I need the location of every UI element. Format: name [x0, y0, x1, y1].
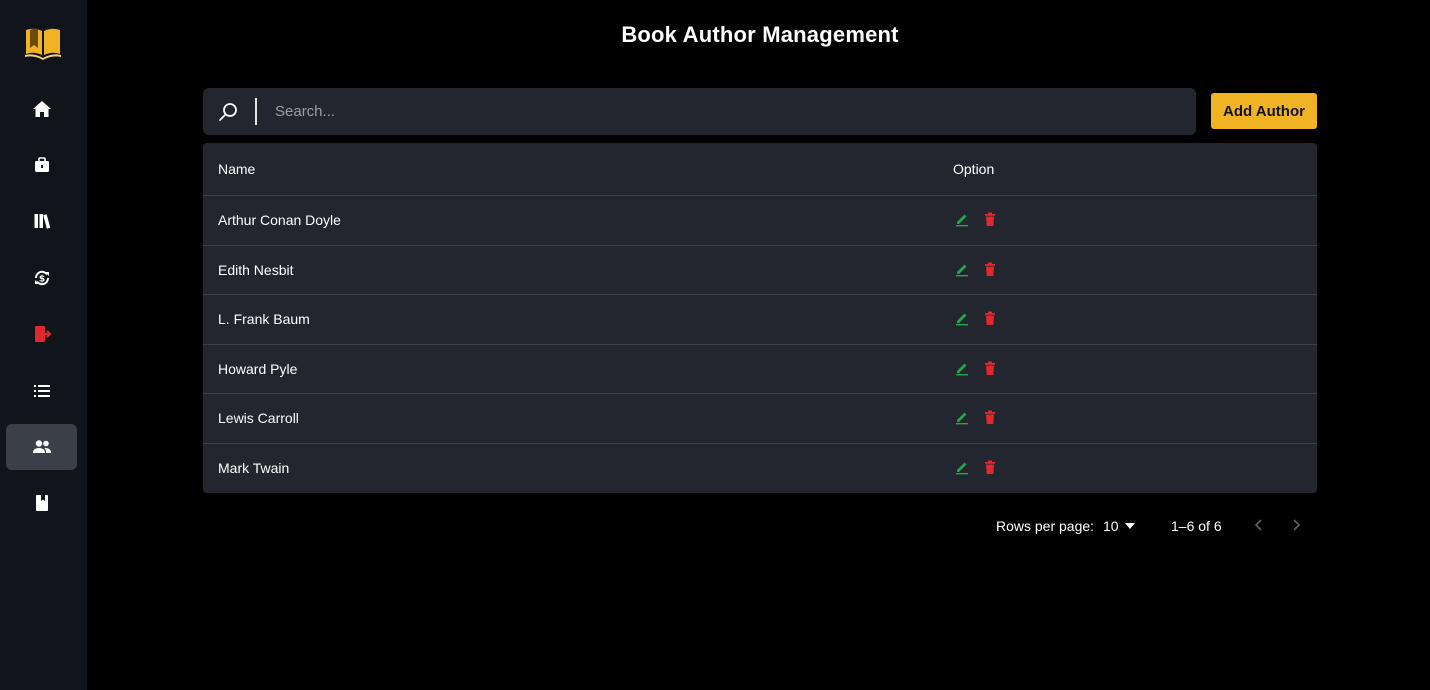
- svg-text:$: $: [38, 275, 44, 285]
- author-name: Mark Twain: [218, 459, 290, 476]
- column-header-option: Option: [953, 161, 995, 177]
- row-actions: [954, 360, 998, 376]
- table-row: Arthur Conan Doyle: [203, 196, 1317, 246]
- edit-icon[interactable]: [954, 211, 970, 227]
- table-header: Name Option: [203, 143, 1317, 196]
- author-name: Edith Nesbit: [218, 261, 294, 278]
- edit-icon[interactable]: [954, 261, 970, 277]
- search-input[interactable]: [275, 88, 1175, 135]
- author-name: L. Frank Baum: [218, 311, 310, 328]
- authors-table: Name Option Arthur Conan Doyle Edith Nesb…: [203, 143, 1317, 493]
- author-name: Arthur Conan Doyle: [218, 212, 341, 228]
- next-page-icon[interactable]: [1288, 517, 1304, 533]
- row-actions: [954, 409, 998, 425]
- sidebar: $: [0, 0, 87, 690]
- delete-icon[interactable]: [982, 360, 998, 376]
- edit-icon[interactable]: [954, 310, 970, 326]
- table-row: Edith Nesbit: [203, 246, 1317, 296]
- edit-icon[interactable]: [954, 409, 970, 425]
- sidebar-item-list[interactable]: [6, 368, 77, 414]
- delete-icon[interactable]: [982, 261, 998, 277]
- search-bar[interactable]: [203, 88, 1196, 135]
- pagination-range: 1–6 of 6: [1171, 518, 1222, 534]
- table-row: Lewis Carroll: [203, 394, 1317, 444]
- sidebar-item-briefcase[interactable]: [6, 142, 77, 188]
- exit-icon: [34, 326, 51, 342]
- author-name: Lewis Carroll: [218, 410, 299, 427]
- delete-icon[interactable]: [982, 409, 998, 425]
- table-row: Mark Twain: [203, 444, 1317, 493]
- list-icon: [33, 385, 50, 397]
- delete-icon[interactable]: [982, 211, 998, 227]
- delete-icon[interactable]: [982, 310, 998, 326]
- currency-exchange-icon: $: [34, 270, 49, 286]
- rows-per-page-label: Rows per page:: [996, 518, 1095, 534]
- table-body: Arthur Conan Doyle Edith Nesbit L. Frank B…: [203, 196, 1317, 493]
- caret-down-icon: [1124, 523, 1135, 529]
- rows-per-page-select[interactable]: 10: [1103, 518, 1135, 534]
- sidebar-item-library[interactable]: [6, 198, 77, 244]
- add-author-button[interactable]: Add Author: [1211, 93, 1317, 129]
- search-divider: [255, 98, 257, 125]
- row-actions: [954, 459, 998, 475]
- library-books-icon: [34, 214, 50, 229]
- delete-icon[interactable]: [982, 459, 998, 475]
- sidebar-item-home[interactable]: [6, 86, 77, 132]
- sidebar-item-exit[interactable]: [6, 311, 77, 357]
- pagination: Rows per page: 10 1–6 of 6: [0, 514, 1430, 538]
- row-actions: [954, 211, 998, 227]
- book-icon: [35, 495, 48, 511]
- briefcase-icon: [34, 157, 49, 172]
- table-row: Howard Pyle: [203, 345, 1317, 395]
- sidebar-item-exchange[interactable]: $: [6, 255, 77, 301]
- rows-per-page-value: 10: [1103, 518, 1119, 534]
- row-actions: [954, 310, 998, 326]
- column-header-name[interactable]: Name: [218, 161, 255, 177]
- edit-icon[interactable]: [954, 459, 970, 475]
- sidebar-item-authors[interactable]: [6, 424, 77, 470]
- previous-page-icon[interactable]: [1251, 517, 1267, 533]
- edit-icon[interactable]: [954, 360, 970, 376]
- home-icon: [32, 101, 51, 117]
- search-icon: [219, 103, 237, 121]
- row-actions: [954, 261, 998, 277]
- author-name: Howard Pyle: [218, 360, 298, 377]
- people-icon: [32, 440, 51, 453]
- table-row: L. Frank Baum: [203, 295, 1317, 345]
- open-book-icon: [25, 28, 61, 60]
- page-title: Book Author Management: [621, 22, 899, 47]
